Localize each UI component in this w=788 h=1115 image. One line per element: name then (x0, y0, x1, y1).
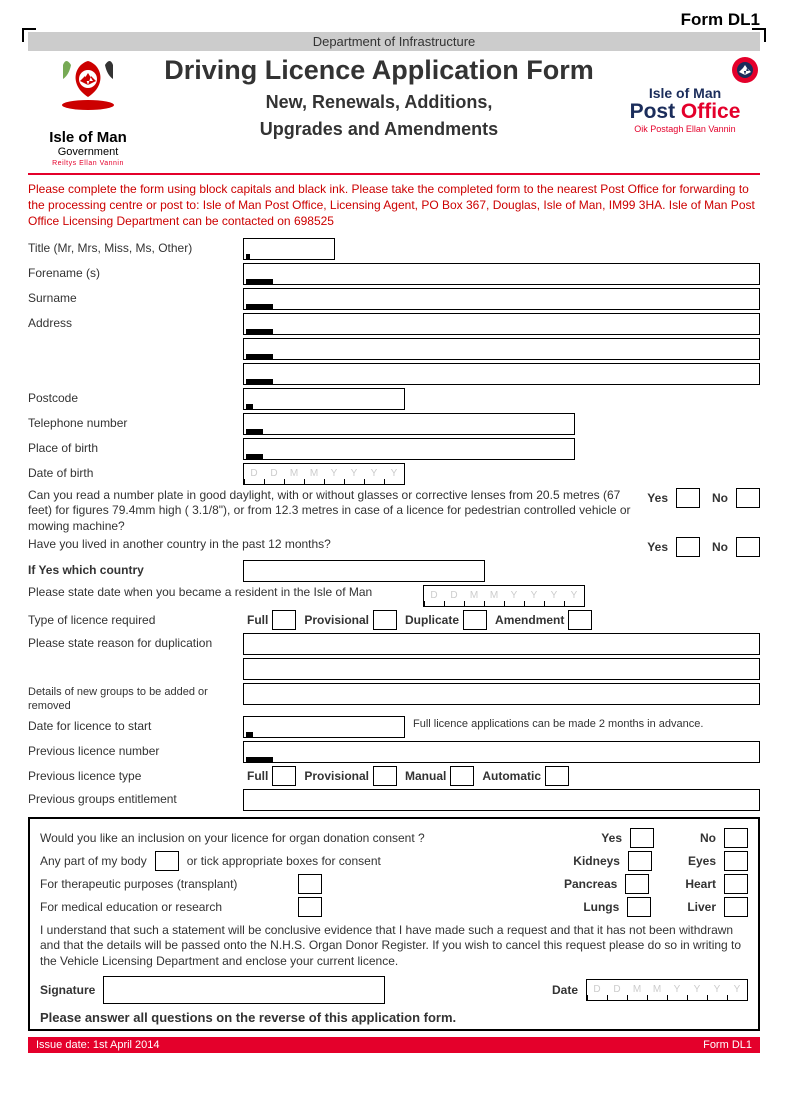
label-groups: Details of new groups to be added or rem… (28, 683, 243, 712)
type-duplicate-checkbox[interactable] (463, 610, 487, 630)
start-date-note: Full licence applications can be made 2 … (413, 716, 760, 730)
title-field[interactable] (243, 238, 335, 260)
label-signature: Signature (40, 983, 95, 997)
department-header: Department of Infrastructure (28, 32, 760, 51)
gov-crest-block: Isle of Man Government Reiltys Ellan Van… (28, 55, 148, 167)
abroad-no-checkbox[interactable] (736, 537, 760, 557)
dob-field[interactable]: DDMMYYYY (243, 463, 405, 485)
eyesight-question: Can you read a number plate in good dayl… (28, 488, 635, 535)
crop-mark (22, 28, 36, 42)
crop-mark (752, 28, 766, 42)
organ-lungs-checkbox[interactable] (627, 897, 651, 917)
organ-yes-checkbox[interactable] (630, 828, 654, 848)
organ-pancreas-checkbox[interactable] (625, 874, 649, 894)
label-prev-groups: Previous groups entitlement (28, 789, 243, 806)
divider (28, 173, 760, 175)
label-prev-number: Previous licence number (28, 741, 243, 758)
prev-manual-checkbox[interactable] (450, 766, 474, 786)
address-field-2[interactable] (243, 338, 760, 360)
label-dob: Date of birth (28, 463, 243, 480)
reverse-note: Please answer all questions on the rever… (40, 1010, 748, 1025)
country-field[interactable] (243, 560, 485, 582)
label-pob: Place of birth (28, 438, 243, 455)
post-office-block: Isle of Man Post Office Oik Postagh Ella… (610, 55, 760, 134)
abroad-yes-checkbox[interactable] (676, 537, 700, 557)
signature-field[interactable] (103, 976, 385, 1004)
dup-reason-field-1[interactable] (243, 633, 760, 655)
surname-field[interactable] (243, 288, 760, 310)
label-ifyes-country: If Yes which country (28, 560, 243, 577)
prev-groups-field[interactable] (243, 789, 760, 811)
footer-bar: Issue date: 1st April 2014 Form DL1 (28, 1037, 760, 1053)
form-subtitle-2: Upgrades and Amendments (148, 119, 610, 140)
organ-heart-checkbox[interactable] (724, 874, 748, 894)
resident-date-field[interactable]: DDMMYYYY (423, 585, 585, 607)
prev-provisional-checkbox[interactable] (373, 766, 397, 786)
forename-field[interactable] (243, 263, 760, 285)
title-block: Driving Licence Application Form New, Re… (148, 55, 610, 146)
label-forename: Forename (s) (28, 263, 243, 280)
crest-icon (49, 55, 127, 127)
prev-automatic-checkbox[interactable] (545, 766, 569, 786)
organ-question: Would you like an inclusion on your lice… (40, 831, 593, 845)
postcode-field[interactable] (243, 388, 405, 410)
type-full-checkbox[interactable] (272, 610, 296, 630)
pob-field[interactable] (243, 438, 575, 460)
eyesight-yes-checkbox[interactable] (676, 488, 700, 508)
post-office-emblem-icon (730, 55, 760, 85)
eyesight-no-checkbox[interactable] (736, 488, 760, 508)
dup-reason-field-2[interactable] (243, 658, 760, 680)
type-provisional-checkbox[interactable] (373, 610, 397, 630)
organ-liver-checkbox[interactable] (724, 897, 748, 917)
organ-medical-checkbox[interactable] (298, 897, 322, 917)
abroad-question: Have you lived in another country in the… (28, 537, 635, 553)
form-code-top: Form DL1 (28, 10, 760, 30)
organ-therapeutic-checkbox[interactable] (298, 874, 322, 894)
address-field-3[interactable] (243, 363, 760, 385)
type-amendment-checkbox[interactable] (568, 610, 592, 630)
telephone-field[interactable] (243, 413, 575, 435)
label-licence-type: Type of licence required (28, 610, 243, 627)
organ-donation-section: Would you like an inclusion on your lice… (28, 817, 760, 1031)
instructions: Please complete the form using block cap… (28, 181, 760, 230)
form-title: Driving Licence Application Form (148, 55, 610, 86)
prev-number-field[interactable] (243, 741, 760, 763)
label-address: Address (28, 313, 243, 330)
label-postcode: Postcode (28, 388, 243, 405)
label-dup-reason: Please state reason for duplication (28, 633, 243, 650)
declaration-text: I understand that such a statement will … (40, 923, 748, 970)
label-title: Title (Mr, Mrs, Miss, Ms, Other) (28, 238, 243, 255)
address-field-1[interactable] (243, 313, 760, 335)
prev-full-checkbox[interactable] (272, 766, 296, 786)
organ-no-checkbox[interactable] (724, 828, 748, 848)
organ-eyes-checkbox[interactable] (724, 851, 748, 871)
organ-anypart-checkbox[interactable] (155, 851, 179, 871)
label-telephone: Telephone number (28, 413, 243, 430)
signature-date-field[interactable]: DDMMYYYY (586, 979, 748, 1001)
organ-kidneys-checkbox[interactable] (628, 851, 652, 871)
label-start-date: Date for licence to start (28, 716, 243, 733)
start-date-field[interactable] (243, 716, 405, 738)
label-surname: Surname (28, 288, 243, 305)
groups-field[interactable] (243, 683, 760, 705)
label-prev-type: Previous licence type (28, 766, 243, 783)
resident-date-label: Please state date when you became a resi… (28, 585, 423, 601)
label-date: Date (552, 983, 578, 997)
form-subtitle-1: New, Renewals, Additions, (148, 92, 610, 113)
